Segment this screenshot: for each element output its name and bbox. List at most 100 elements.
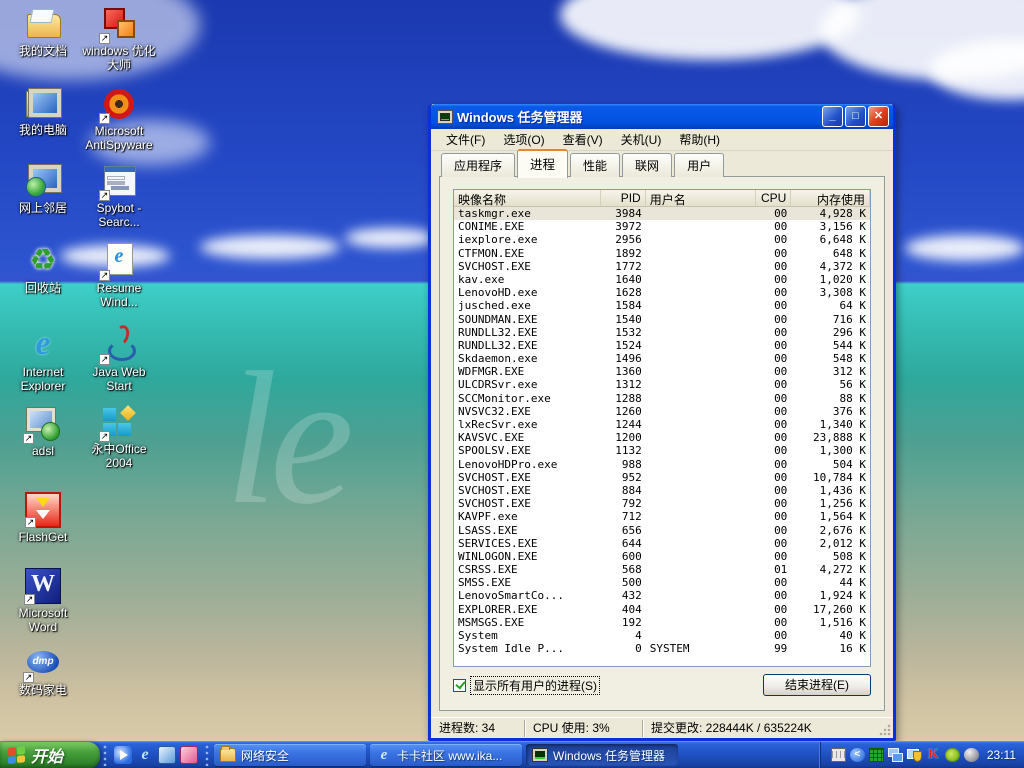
cell-user bbox=[646, 273, 756, 286]
media-player-icon[interactable] bbox=[114, 746, 132, 764]
process-row-CTFMON.EXE[interactable]: CTFMON.EXE 1892 00 648 K bbox=[454, 247, 870, 260]
close-button[interactable]: ✕ bbox=[868, 106, 889, 127]
menu-选项[interactable]: 选项(O) bbox=[494, 129, 553, 150]
process-row-ULCDRSvr.exe[interactable]: ULCDRSvr.exe 1312 00 56 K bbox=[454, 378, 870, 391]
taskbar-button-卡卡社区 www.ika...[interactable]: e 卡卡社区 www.ika... bbox=[370, 744, 522, 766]
desktop-icon-adsl[interactable]: ↗ adsl bbox=[0, 406, 86, 458]
desktop-icon-label: 我的电脑 bbox=[18, 123, 67, 137]
desktop-icon-my-documents[interactable]: 我的文档 bbox=[0, 6, 86, 58]
menu-查看[interactable]: 查看(V) bbox=[554, 129, 612, 150]
green-grid-icon[interactable] bbox=[868, 748, 884, 762]
nvidia-icon[interactable] bbox=[944, 748, 960, 762]
process-row-KAVSVC.EXE[interactable]: KAVSVC.EXE 1200 00 23,888 K bbox=[454, 431, 870, 444]
process-row-SVCHOST.EXE[interactable]: SVCHOST.EXE 884 00 1,436 K bbox=[454, 484, 870, 497]
process-row-System Idle P...[interactable]: System Idle P... 0 SYSTEM 99 16 K bbox=[454, 642, 870, 655]
process-row-taskmgr.exe[interactable]: taskmgr.exe 3984 00 4,928 K bbox=[454, 207, 870, 221]
process-row-SVCHOST.EXE[interactable]: SVCHOST.EXE 1772 00 4,372 K bbox=[454, 260, 870, 273]
desktop-icon-recycle-bin[interactable]: ♻ 回收站 bbox=[0, 243, 86, 295]
pc-shield-icon[interactable] bbox=[906, 748, 922, 762]
tab-进程[interactable]: 进程 bbox=[517, 149, 569, 178]
tab-应用程序[interactable]: 应用程序 bbox=[441, 153, 516, 177]
process-row-kav.exe[interactable]: kav.exe 1640 00 1,020 K bbox=[454, 273, 870, 286]
collapse-chevron-icon[interactable]: < bbox=[849, 748, 865, 762]
process-row-CSRSS.EXE[interactable]: CSRSS.EXE 568 01 4,272 K bbox=[454, 563, 870, 576]
desktop-icon-antispyware[interactable]: ↗ Microsoft AntiSpyware bbox=[76, 86, 162, 152]
process-row-CONIME.EXE[interactable]: CONIME.EXE 3972 00 3,156 K bbox=[454, 220, 870, 233]
process-row-NVSVC32.EXE[interactable]: NVSVC32.EXE 1260 00 376 K bbox=[454, 405, 870, 418]
column-header-内存使用[interactable]: 内存使用 bbox=[791, 190, 870, 206]
cell-mem: 88 K bbox=[839, 391, 867, 405]
process-row-iexplore.exe[interactable]: iexplore.exe 2956 00 6,648 K bbox=[454, 233, 870, 246]
desktop-icon-dmp[interactable]: ↗数码家电 bbox=[0, 645, 86, 697]
outlook-icon[interactable] bbox=[158, 746, 176, 764]
process-row-WDFMGR.EXE[interactable]: WDFMGR.EXE 1360 00 312 K bbox=[454, 365, 870, 378]
desktop-icon-resume[interactable]: ↗Resume Wind... bbox=[76, 243, 162, 309]
process-row-SERVICES.EXE[interactable]: SERVICES.EXE 644 00 2,012 K bbox=[454, 537, 870, 550]
cell-cpu: 00 bbox=[774, 233, 788, 247]
network-computers-icon[interactable] bbox=[887, 748, 903, 762]
cell-user bbox=[646, 207, 756, 220]
process-row-LenovoSmartCo...[interactable]: LenovoSmartCo... 432 00 1,924 K bbox=[454, 589, 870, 602]
menu-文件[interactable]: 文件(F) bbox=[437, 129, 494, 150]
process-row-LenovoHD.exe[interactable]: LenovoHD.exe 1628 00 3,308 K bbox=[454, 286, 870, 299]
end-process-button[interactable]: 结束进程(E) bbox=[763, 674, 871, 696]
column-header-CPU[interactable]: CPU bbox=[756, 190, 792, 206]
desktop-icon-internet-explorer[interactable]: e Internet Explorer bbox=[0, 327, 86, 394]
keyboard-ime-icon[interactable] bbox=[830, 748, 846, 762]
desktop-icon-my-computer[interactable]: 我的电脑 bbox=[0, 85, 86, 137]
desktop-icon-java[interactable]: ↗ Java Web Start bbox=[76, 327, 162, 393]
desktop-icon-yongzhong-office[interactable]: ↗ 永中Office 2004 bbox=[76, 404, 162, 470]
process-row-jusched.exe[interactable]: jusched.exe 1584 00 64 K bbox=[454, 299, 870, 312]
column-header-映像名称[interactable]: 映像名称 bbox=[454, 190, 602, 206]
cell-user bbox=[646, 365, 756, 378]
resize-grip[interactable] bbox=[879, 724, 891, 736]
tab-用户[interactable]: 用户 bbox=[674, 153, 725, 177]
ie-quicklaunch-icon[interactable]: e bbox=[136, 746, 154, 764]
taskbar-button-网络安全[interactable]: 网络安全 bbox=[214, 744, 366, 766]
desktop-icon-flashget[interactable]: ↗ FlashGet bbox=[0, 492, 86, 544]
cell-cpu: 00 bbox=[774, 404, 788, 418]
menu-帮助[interactable]: 帮助(H) bbox=[670, 129, 729, 150]
process-row-MSMSGS.EXE[interactable]: MSMSGS.EXE 192 00 1,516 K bbox=[454, 616, 870, 629]
process-rows: taskmgr.exe 3984 00 4,928 K CONIME.EXE 3972 00… bbox=[454, 207, 870, 655]
cell-pid: 952 bbox=[621, 470, 642, 484]
volume-sphere-icon[interactable] bbox=[963, 748, 979, 762]
show-all-users-checkbox[interactable] bbox=[453, 678, 466, 692]
process-row-LenovoHDPro.exe[interactable]: LenovoHDPro.exe 988 00 504 K bbox=[454, 458, 870, 471]
taskbar-button-Windows 任务管理器[interactable]: Windows 任务管理器 bbox=[526, 744, 678, 766]
process-list[interactable]: 映像名称 PID 用户名 CPU 内存使用 taskmgr.exe 3984 00 4,928… bbox=[453, 189, 871, 667]
desktop-icon-word[interactable]: ↗Microsoft Word bbox=[0, 568, 86, 634]
maximize-button[interactable]: □ bbox=[845, 106, 866, 127]
kaspersky-icon[interactable]: K bbox=[926, 748, 941, 762]
column-header-PID[interactable]: PID bbox=[601, 190, 646, 206]
desktop-icon-youhua-dashi[interactable]: ↗ windows 优化 大师 bbox=[76, 6, 162, 72]
desktop-icon-network-places[interactable]: 网上邻居 bbox=[0, 163, 86, 215]
process-row-KAVPF.exe[interactable]: KAVPF.exe 712 00 1,564 K bbox=[454, 510, 870, 523]
menu-关机[interactable]: 关机(U) bbox=[612, 129, 671, 150]
process-row-Skdaemon.exe[interactable]: Skdaemon.exe 1496 00 548 K bbox=[454, 352, 870, 365]
process-row-LSASS.EXE[interactable]: LSASS.EXE 656 00 2,676 K bbox=[454, 524, 870, 537]
cell-pid: 192 bbox=[621, 615, 642, 629]
tab-联网[interactable]: 联网 bbox=[622, 153, 673, 177]
process-row-RUNDLL32.EXE[interactable]: RUNDLL32.EXE 1524 00 544 K bbox=[454, 339, 870, 352]
desktop-icon-spybot[interactable]: ↗ Spybot - Searc... bbox=[76, 163, 162, 229]
process-row-SVCHOST.EXE[interactable]: SVCHOST.EXE 792 00 1,256 K bbox=[454, 497, 870, 510]
process-row-SCCMonitor.exe[interactable]: SCCMonitor.exe 1288 00 88 K bbox=[454, 392, 870, 405]
desktop-icon-label: Spybot - Searc... bbox=[96, 201, 142, 229]
process-row-SOUNDMAN.EXE[interactable]: SOUNDMAN.EXE 1540 00 716 K bbox=[454, 313, 870, 326]
start-button[interactable]: 开始 bbox=[0, 741, 100, 768]
cell-mem: 716 K bbox=[832, 312, 866, 326]
media-app-icon[interactable] bbox=[180, 746, 198, 764]
process-row-WINLOGON.EXE[interactable]: WINLOGON.EXE 600 00 508 K bbox=[454, 550, 870, 563]
process-row-SPOOLSV.EXE[interactable]: SPOOLSV.EXE 1132 00 1,300 K bbox=[454, 444, 870, 457]
process-row-System[interactable]: System 4 00 40 K bbox=[454, 629, 870, 642]
process-row-SVCHOST.EXE[interactable]: SVCHOST.EXE 952 00 10,784 K bbox=[454, 471, 870, 484]
tab-性能[interactable]: 性能 bbox=[570, 153, 621, 177]
minimize-button[interactable]: _ bbox=[822, 106, 843, 127]
process-row-lxRecSvr.exe[interactable]: lxRecSvr.exe 1244 00 1,340 K bbox=[454, 418, 870, 431]
process-row-SMSS.EXE[interactable]: SMSS.EXE 500 00 44 K bbox=[454, 576, 870, 589]
title-bar[interactable]: Windows 任务管理器 _ □ ✕ bbox=[431, 104, 893, 129]
process-row-RUNDLL32.EXE[interactable]: RUNDLL32.EXE 1532 00 296 K bbox=[454, 326, 870, 339]
column-header-用户名[interactable]: 用户名 bbox=[646, 190, 756, 206]
process-row-EXPLORER.EXE[interactable]: EXPLORER.EXE 404 00 17,260 K bbox=[454, 603, 870, 616]
